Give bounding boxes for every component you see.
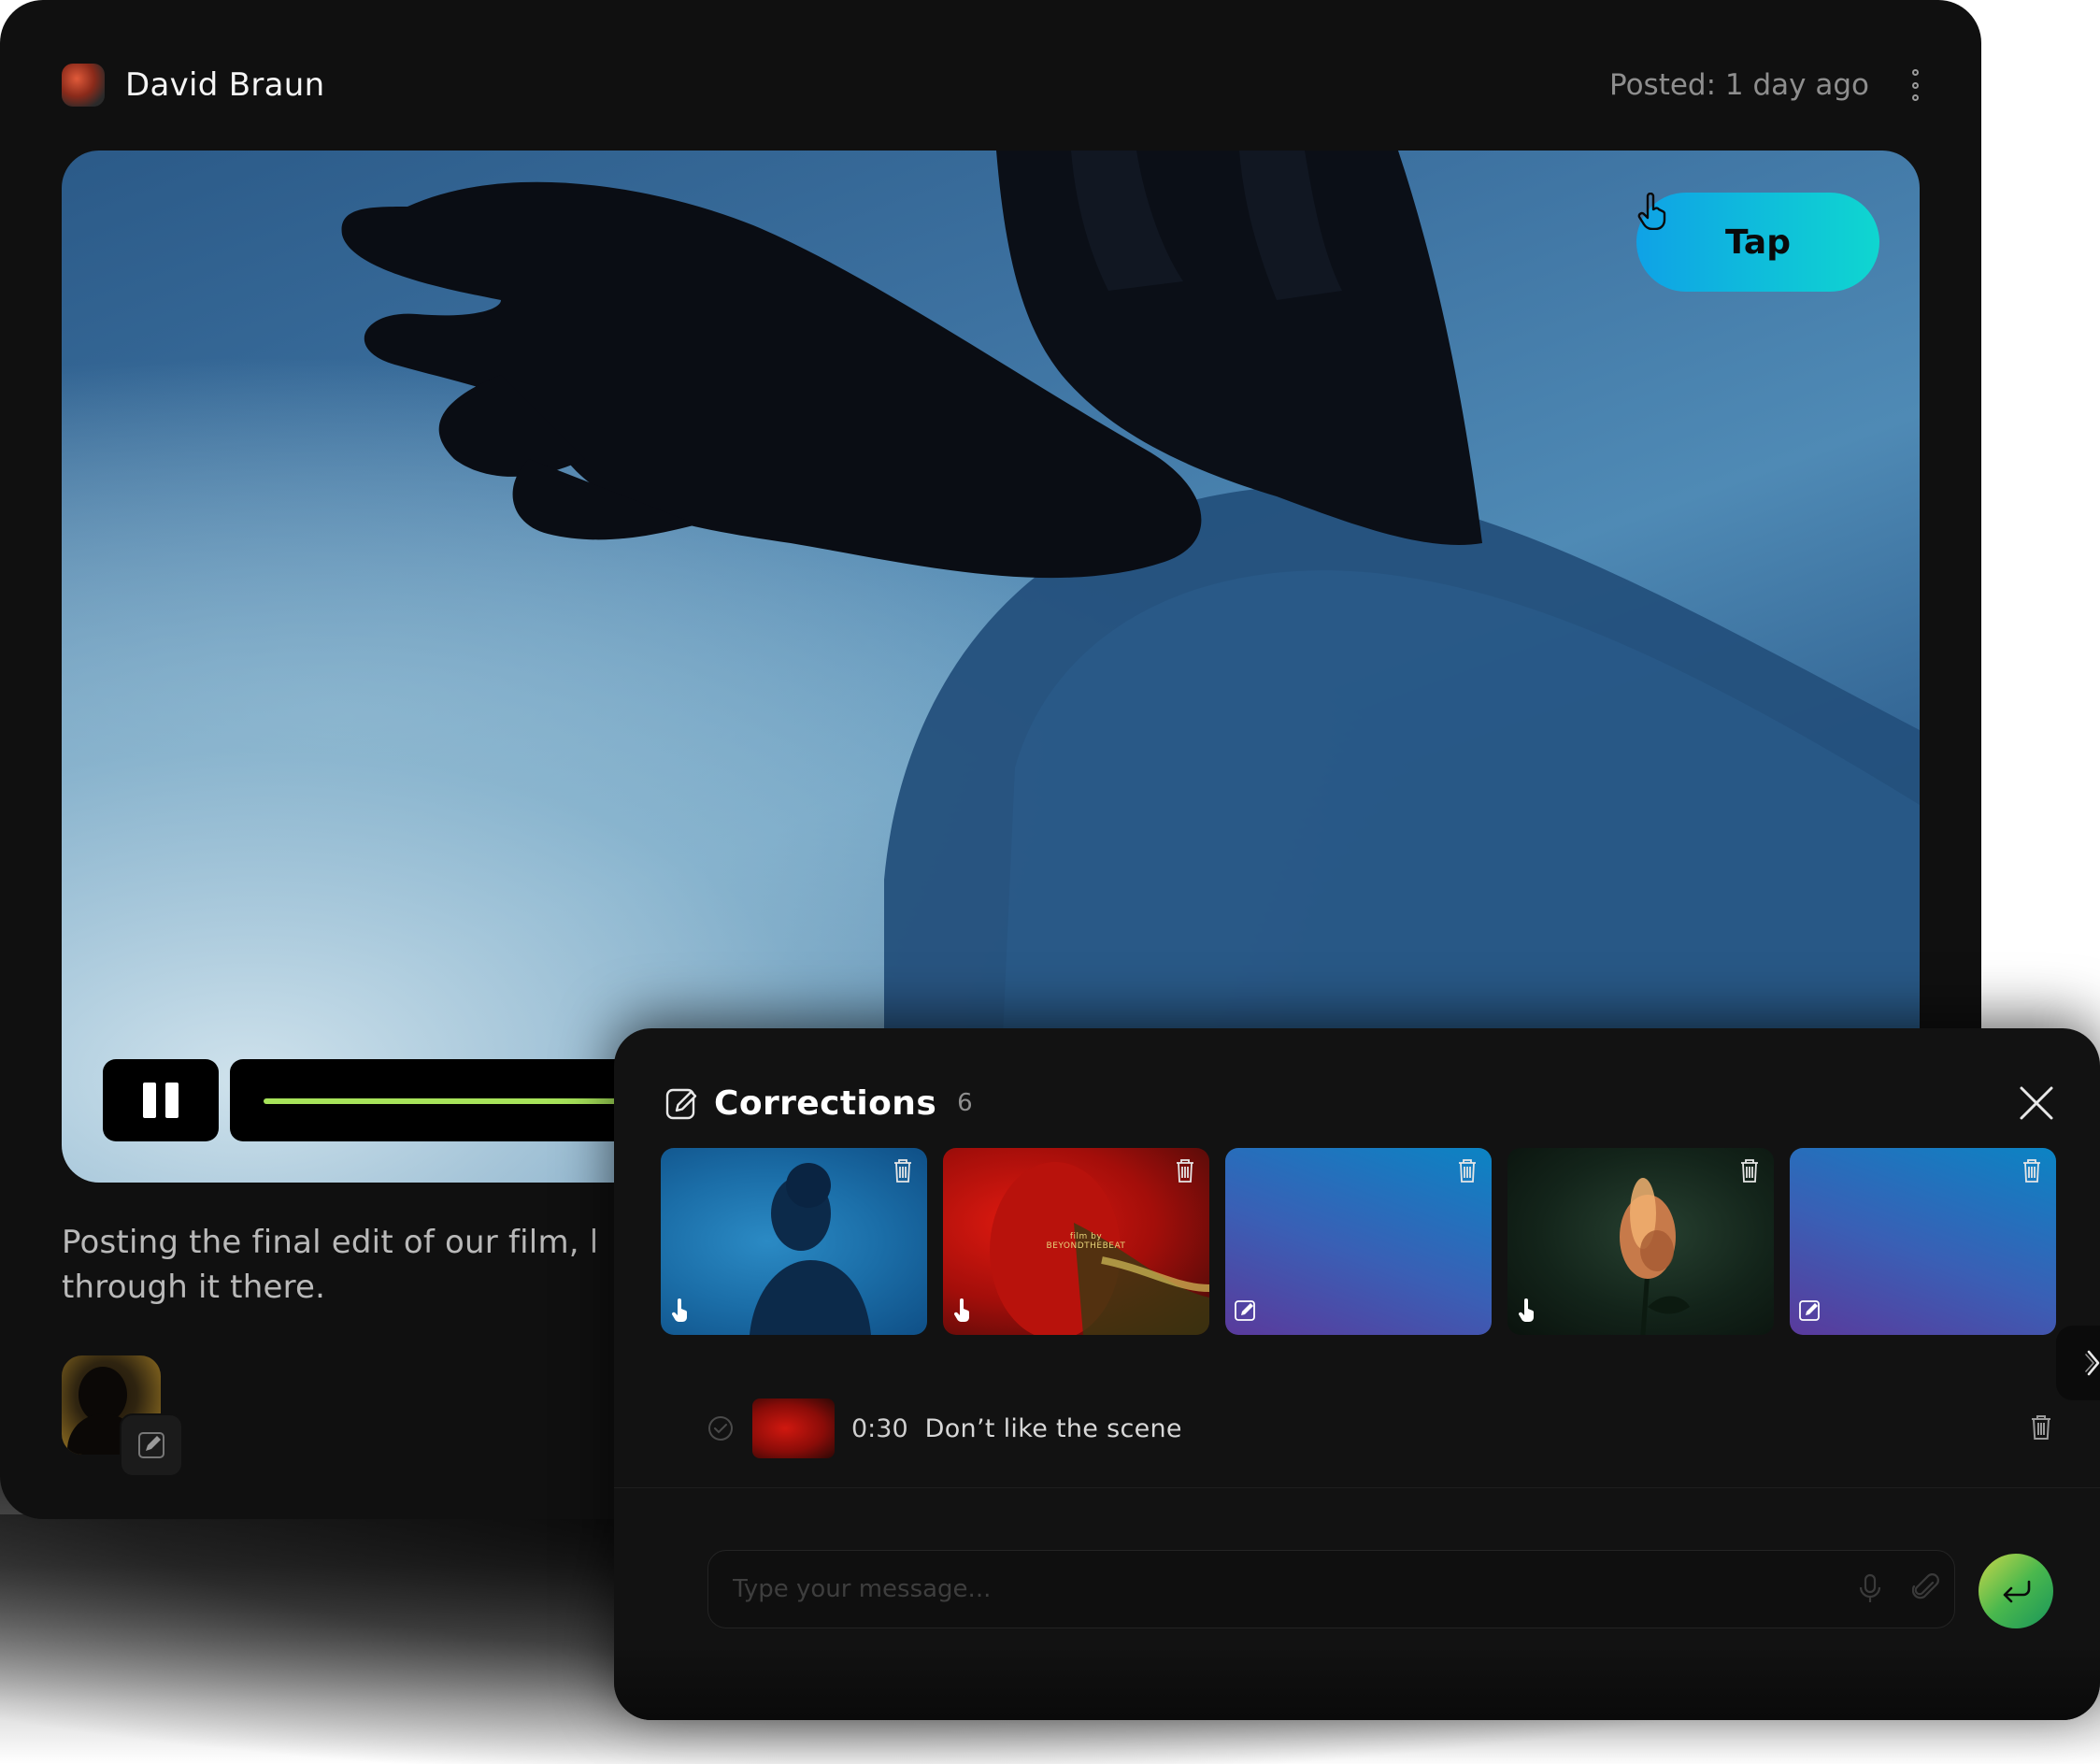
message-composer <box>707 1550 1955 1628</box>
correction-text: Don’t like the scene <box>924 1413 1182 1443</box>
return-arrow-icon <box>2003 1580 2031 1603</box>
pencil-icon <box>1235 1299 1257 1326</box>
pause-button[interactable] <box>103 1059 219 1141</box>
corrections-count: 6 <box>957 1089 973 1117</box>
corrections-panel: Corrections 6 film by BEYONDTHEBEAT 0:30… <box>614 1028 2100 1720</box>
thumb-overlay-text: film by BEYONDTHEBEAT <box>1046 1232 1126 1251</box>
trash-icon[interactable] <box>2029 1413 2053 1444</box>
trash-icon[interactable] <box>1174 1157 1196 1187</box>
close-icon[interactable] <box>2016 1083 2057 1124</box>
correction-thumb[interactable] <box>1225 1148 1492 1335</box>
corrections-header: Corrections 6 <box>665 1075 973 1131</box>
trash-icon[interactable] <box>1456 1157 1479 1187</box>
correction-thumb[interactable]: film by BEYONDTHEBEAT <box>943 1148 1209 1335</box>
hand-pointer-icon <box>1517 1298 1539 1326</box>
tap-label: Tap <box>1725 222 1791 262</box>
avatar[interactable] <box>62 64 105 107</box>
hand-pointer-icon <box>952 1298 975 1326</box>
message-input[interactable] <box>731 1551 1837 1628</box>
edit-icon <box>665 1088 697 1120</box>
correction-thumb[interactable] <box>1507 1148 1774 1335</box>
correction-thumbnails: film by BEYONDTHEBEAT <box>661 1148 2100 1400</box>
microphone-icon[interactable] <box>1858 1573 1882 1609</box>
send-button[interactable] <box>1979 1554 2053 1628</box>
panel-fade <box>614 1645 2100 1720</box>
check-circle-icon[interactable] <box>707 1415 734 1441</box>
hand-pointer-icon <box>1637 193 1666 230</box>
post-header: David Braun Posted: 1 day ago <box>62 62 1920 108</box>
corrections-title: Corrections <box>714 1083 937 1123</box>
trash-icon[interactable] <box>2021 1157 2043 1187</box>
trash-icon[interactable] <box>1738 1157 1761 1187</box>
posted-time: Posted: 1 day ago <box>1608 68 1869 102</box>
author-name[interactable]: David Braun <box>125 66 325 104</box>
correction-item[interactable]: 0:30 Don’t like the scene <box>707 1395 2053 1462</box>
pencil-icon <box>1799 1299 1821 1326</box>
thumb-image <box>1620 1178 1690 1335</box>
hand-pointer-icon <box>670 1298 693 1326</box>
divider <box>614 1487 2100 1488</box>
correction-timestamp[interactable]: 0:30 <box>851 1414 908 1443</box>
correction-thumb[interactable] <box>661 1148 927 1335</box>
tap-button[interactable]: Tap <box>1636 193 1879 292</box>
chevron-right-icon[interactable] <box>2056 1326 2100 1400</box>
correction-item-thumb <box>752 1398 835 1458</box>
trash-icon[interactable] <box>892 1157 914 1187</box>
thumb-image <box>750 1163 871 1335</box>
pencil-icon[interactable] <box>120 1413 183 1477</box>
correction-thumb[interactable] <box>1790 1148 2056 1335</box>
more-options-icon[interactable] <box>1910 69 1920 101</box>
paperclip-icon[interactable] <box>1911 1573 1940 1609</box>
